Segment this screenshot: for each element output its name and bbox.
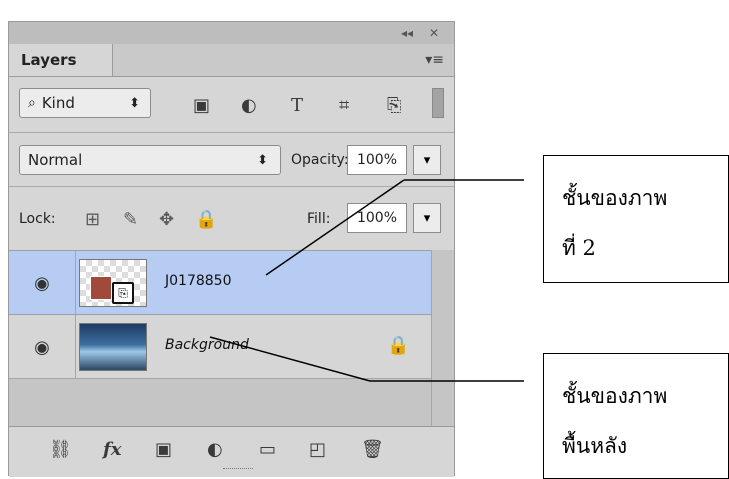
callout-background: ชั้นของภาพ พื้นหลัง <box>543 353 729 479</box>
callout-layer2: ชั้นของภาพ ที่ 2 <box>543 155 729 283</box>
